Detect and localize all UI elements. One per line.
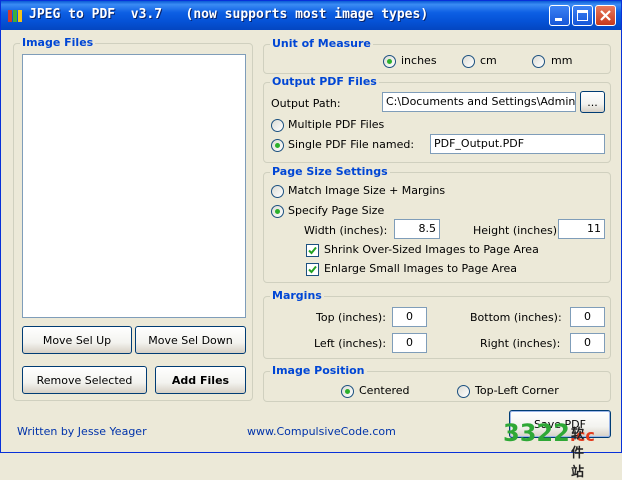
unit-cm-radio[interactable] [462,55,475,68]
enlarge-checkbox[interactable] [306,263,319,276]
height-input[interactable]: 11 [558,219,605,239]
minimize-button[interactable] [549,5,570,26]
single-pdf-radio[interactable] [271,139,284,152]
shrink-label: Shrink Over-Sized Images to Page Area [324,243,539,256]
page-size-title: Page Size Settings [270,165,390,178]
app-window: JPEG to PDF v3.7 (now supports most imag… [0,0,622,480]
shrink-checkbox[interactable] [306,244,319,257]
unit-inches-label: inches [401,54,437,67]
multiple-pdf-label: Multiple PDF Files [288,118,385,131]
move-down-button[interactable]: Move Sel Down [135,326,246,354]
image-files-group: Image Files Move Sel Up Move Sel Down Re… [13,36,253,401]
maximize-button[interactable] [572,5,593,26]
top-margin-label: Top (inches): [316,311,386,324]
bottom-margin-label: Bottom (inches): [470,311,562,324]
left-margin-input[interactable]: 0 [392,333,427,353]
unit-inches-radio[interactable] [383,55,396,68]
right-margin-label: Right (inches): [480,337,561,350]
add-files-button[interactable]: Add Files [155,366,246,394]
multiple-pdf-radio[interactable] [271,119,284,132]
image-position-group: Image Position Centered Top-Left Corner [263,364,611,402]
margins-group: Margins Top (inches): 0 Bottom (inches):… [263,289,611,359]
minimize-icon [555,18,562,21]
width-input[interactable]: 8.5 [394,219,440,239]
unit-mm-label: mm [551,54,573,67]
checkmark-icon [308,265,317,274]
unit-mm-radio[interactable] [532,55,545,68]
browse-button[interactable]: ... [580,91,605,113]
top-margin-input[interactable]: 0 [392,307,427,327]
author-link[interactable]: Written by Jesse Yeager [17,425,147,438]
output-path-label: Output Path: [271,97,341,110]
output-title: Output PDF Files [270,75,379,88]
image-files-title: Image Files [20,36,96,49]
single-pdf-label: Single PDF File named: [288,138,415,151]
width-label: Width (inches): [304,224,388,237]
single-pdf-name-input[interactable]: PDF_Output.PDF [430,134,605,154]
margins-title: Margins [270,289,324,302]
match-size-label: Match Image Size + Margins [288,184,446,197]
centered-radio[interactable] [341,385,354,398]
image-position-title: Image Position [270,364,367,377]
image-files-list[interactable] [22,54,246,318]
watermark-digits: 3322 [503,419,570,447]
page-size-group: Page Size Settings Match Image Size + Ma… [263,165,611,283]
output-group: Output PDF Files Output Path: C:\Documen… [263,75,611,163]
close-button[interactable] [595,5,616,26]
centered-label: Centered [359,384,410,397]
checkmark-icon [308,246,317,255]
close-icon [600,10,611,21]
match-size-radio[interactable] [271,185,284,198]
left-margin-label: Left (inches): [314,337,387,350]
height-label: Height (inches): [473,224,561,237]
maximize-icon [577,10,588,21]
website-link[interactable]: www.CompulsiveCode.com [247,425,396,438]
watermark-logo: 3322.cc 软件站 [503,419,595,480]
app-icon [8,10,22,22]
move-up-button[interactable]: Move Sel Up [22,326,132,354]
window-title: JPEG to PDF v3.7 (now supports most imag… [29,7,429,22]
bottom-margin-input[interactable]: 0 [570,307,605,327]
top-left-label: Top-Left Corner [475,384,559,397]
output-path-input[interactable]: C:\Documents and Settings\Administrat [382,92,576,112]
unit-title: Unit of Measure [270,37,373,50]
title-bar[interactable]: JPEG to PDF v3.7 (now supports most imag… [1,1,621,30]
specify-size-radio[interactable] [271,205,284,218]
top-left-radio[interactable] [457,385,470,398]
remove-selected-button[interactable]: Remove Selected [22,366,147,394]
unit-group: Unit of Measure inches cm mm [263,37,611,74]
watermark-cn: 软件站 [571,427,585,480]
enlarge-label: Enlarge Small Images to Page Area [324,262,517,275]
specify-size-label: Specify Page Size [288,204,385,217]
right-margin-input[interactable]: 0 [570,333,605,353]
unit-cm-label: cm [480,54,497,67]
